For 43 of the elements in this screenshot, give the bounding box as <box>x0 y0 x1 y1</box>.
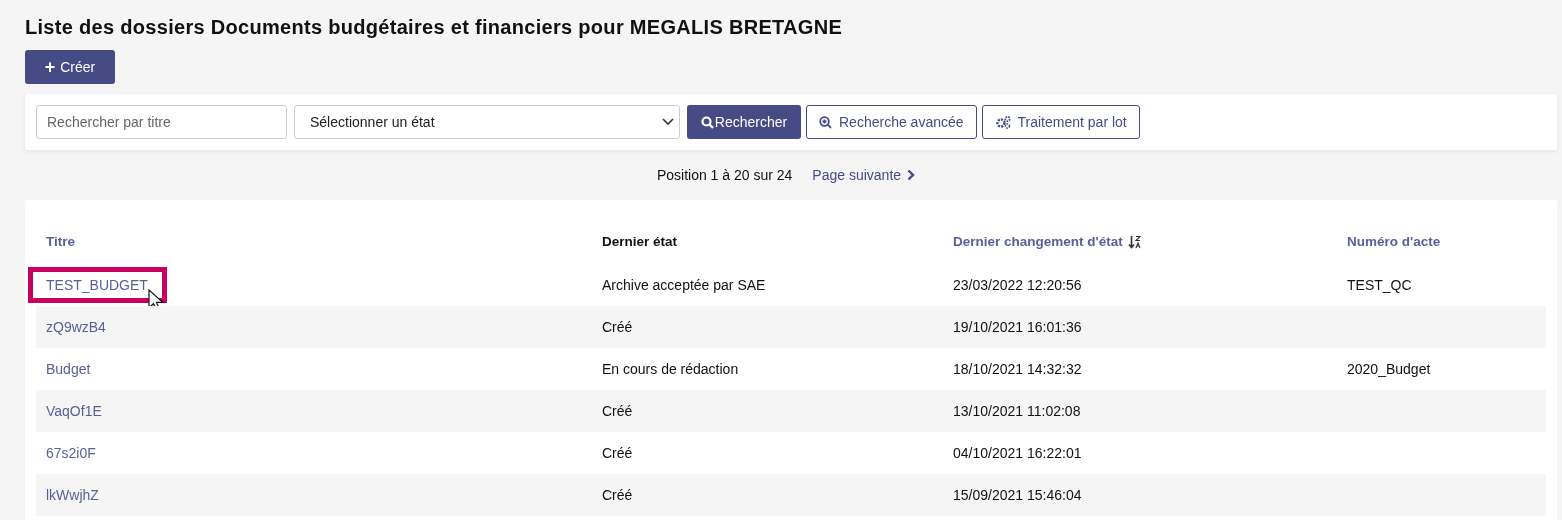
search-icon <box>700 115 714 129</box>
chevron-right-icon <box>907 169 916 181</box>
date-text: 19/10/2021 16:01:36 <box>953 318 1082 335</box>
date-text: 18/10/2021 14:32:32 <box>953 360 1082 377</box>
plus-icon: + <box>44 58 56 76</box>
status-text: Archive acceptée par SAE <box>602 276 766 293</box>
sortable-column-header[interactable]: Titre <box>46 231 75 253</box>
next-page-link[interactable]: Page suivante <box>812 164 916 186</box>
act-number: TEST_QC <box>1347 276 1412 293</box>
date-text: 04/10/2021 16:22:01 <box>953 444 1082 461</box>
sortable-column-header[interactable]: Numéro d'acte <box>1347 231 1441 253</box>
search-button[interactable]: Rechercher <box>687 105 801 139</box>
create-button[interactable]: + Créer <box>25 50 115 84</box>
state-dropdown-value: Sélectionner un état <box>310 112 435 132</box>
table-row[interactable]: VaqOf1E Créé 13/10/2021 11:02:08 <box>36 390 1546 432</box>
zoom-in-icon <box>819 115 832 129</box>
state-dropdown[interactable]: Sélectionner un état <box>294 105 680 139</box>
status-text: Créé <box>602 486 633 503</box>
status-text: En cours de rédaction <box>602 360 739 377</box>
table-row[interactable]: lkWwjhZ Créé 15/09/2021 15:46:04 <box>36 474 1546 516</box>
advanced-search-button[interactable]: Recherche avancée <box>806 105 977 139</box>
folder-title-link[interactable]: Budget <box>46 360 91 377</box>
sortable-column-header[interactable]: Dernier changement d'état <box>953 231 1141 253</box>
chevron-down-icon <box>662 118 674 126</box>
sort-descending-icon[interactable] <box>1127 235 1141 249</box>
folder-title-link[interactable]: 67s2i0F <box>46 444 96 461</box>
status-text: Créé <box>602 444 633 461</box>
status-text: Créé <box>602 402 633 419</box>
folder-title-link[interactable]: TEST_BUDGET <box>46 276 148 293</box>
status-text: Créé <box>602 318 633 335</box>
date-text: 13/10/2021 11:02:08 <box>953 402 1081 419</box>
page-title: Liste des dossiers Documents budgétaires et financiers pour MEGALIS BRETAGNE <box>25 15 844 40</box>
search-field[interactable]: Rechercher par titre <box>36 105 287 139</box>
table-row[interactable]: zQ9wzB4 Créé 19/10/2021 16:01:36 <box>36 306 1546 348</box>
folder-title-link[interactable]: lkWwjhZ <box>46 486 99 503</box>
date-text: 23/03/2022 12:20:56 <box>953 276 1082 293</box>
pagination-position: Position 1 à 20 sur 24 <box>656 165 793 185</box>
column-header: Dernier état <box>602 232 678 251</box>
act-number: 2020_Budget <box>1347 360 1431 377</box>
date-text: 15/09/2021 15:46:04 <box>953 486 1082 503</box>
folder-title-link[interactable]: VaqOf1E <box>46 402 102 419</box>
folder-title-link[interactable]: zQ9wzB4 <box>46 318 106 335</box>
batch-processing-button[interactable]: Traitement par lot <box>981 105 1140 139</box>
